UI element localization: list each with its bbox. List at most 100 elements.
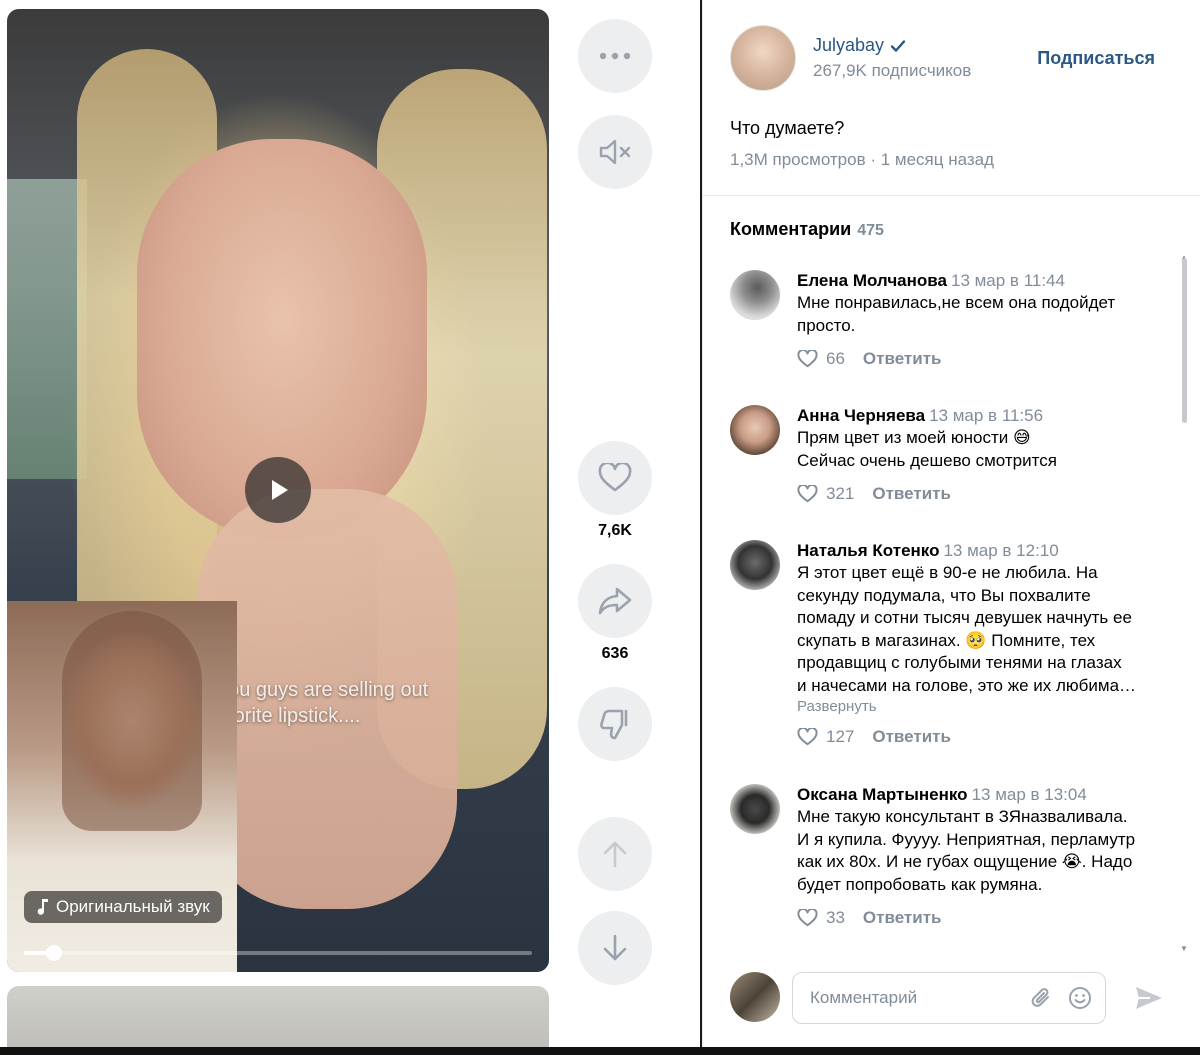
previous-video-button[interactable]: [578, 817, 652, 891]
heart-icon: [598, 463, 632, 492]
commenter-avatar[interactable]: [730, 270, 780, 320]
heart-icon: [797, 728, 818, 746]
comment-header: Анна Черняева 13 мар в 11:56: [797, 405, 1172, 427]
comment-line: будет попробовать как румяна.: [797, 874, 1043, 894]
video-area: I you guys are selling out favorite lips…: [0, 0, 700, 1055]
comment-like-button[interactable]: 66: [797, 349, 845, 369]
comment-like-count: 127: [826, 727, 855, 746]
video-player[interactable]: I you guys are selling out favorite lips…: [7, 9, 549, 972]
comment-like-count: 33: [826, 908, 845, 927]
author-avatar[interactable]: [730, 25, 796, 91]
commenter-name[interactable]: Оксана Мартыненко: [797, 785, 968, 804]
author-info: Julyabay 267,9K подписчиков: [813, 35, 971, 81]
commenter-name[interactable]: Анна Черняева: [797, 406, 925, 425]
comment-line: продавщиц с голубыми тенями на глазах: [797, 653, 1122, 672]
comment-actions: 127 Ответить: [797, 727, 1172, 747]
comment-line: И я купила. Фуууу. Неприятная, перламутр: [797, 829, 1136, 849]
dislike-button[interactable]: [578, 687, 652, 761]
play-button[interactable]: [245, 457, 311, 523]
comment-header: Оксана Мартыненко 13 мар в 13:04: [797, 784, 1172, 806]
comment-line: как их 80х. И не губах ощущение 😭. Надо: [797, 852, 1133, 871]
comment-header: Наталья Котенко 13 мар в 12:10: [797, 540, 1172, 562]
reply-button[interactable]: Ответить: [872, 484, 951, 504]
comment-actions: 66 Ответить: [797, 349, 1172, 369]
comment-body: Анна Черняева 13 мар в 11:56 Прям цвет из…: [797, 405, 1172, 504]
author-block: Julyabay 267,9K подписчиков: [730, 25, 971, 91]
comment-line: и начесами на голове, это же их любима…: [797, 675, 1137, 695]
comment-body: Оксана Мартыненко 13 мар в 13:04 Мне таку…: [797, 784, 1172, 928]
comment-line: Мне такую консультант в ЗЯназваливала.: [797, 807, 1128, 826]
author-name[interactable]: Julyabay: [813, 35, 884, 56]
subscribers-count: 267,9K подписчиков: [813, 61, 972, 80]
video-overlay-line: I you guys are selling out: [207, 679, 429, 701]
comment-date[interactable]: 13 мар в 13:04: [972, 785, 1087, 804]
heart-icon: [797, 485, 818, 503]
comment-like-button[interactable]: 127: [797, 727, 854, 747]
comment-date[interactable]: 13 мар в 11:44: [951, 271, 1065, 290]
comment-like-count: 321: [826, 484, 855, 503]
comment-input[interactable]: [792, 972, 1106, 1024]
likes-count: 7,6K: [598, 522, 632, 539]
comment-line: помаду и сотни тысяч девушек начнуть ее: [797, 608, 1132, 627]
post-meta: 1,3M просмотров · 1 месяц назад: [730, 150, 995, 169]
comment-line: секунду подумала, что Вы похвалите: [797, 585, 1091, 605]
bottom-edge: [0, 1047, 1200, 1055]
comment-like-button[interactable]: 321: [797, 484, 854, 504]
expand-comment-link[interactable]: Развернуть: [797, 698, 1172, 715]
comments-title: Комментарии: [730, 219, 852, 239]
comment-line: скупать в магазинах. 🥺 Помните, тех: [797, 630, 1096, 650]
original-sound-badge[interactable]: Оригинальный звук: [24, 891, 222, 923]
mute-button[interactable]: [578, 115, 652, 189]
right-panel: Julyabay 267,9K подписчиков Подписаться …: [702, 0, 1200, 1055]
comment-date[interactable]: 13 мар в 11:56: [929, 406, 1043, 425]
comment-text: Мне такую консультант в ЗЯназваливала. И…: [797, 806, 1172, 896]
commenter-name[interactable]: Наталья Котенко: [797, 541, 939, 560]
post-caption: Что думаете?: [730, 118, 845, 138]
more-button[interactable]: [578, 19, 652, 93]
video-progress-bar[interactable]: [24, 945, 532, 961]
comments-scrollbar[interactable]: [1182, 258, 1187, 423]
commenter-avatar[interactable]: [730, 540, 780, 590]
comment-like-count: 66: [826, 349, 845, 368]
music-note-icon: [37, 899, 48, 915]
commenter-avatar[interactable]: [730, 784, 780, 834]
volume-muted-icon: [599, 139, 631, 165]
divider: [703, 195, 1200, 196]
comment-line: Сейчас очень дешево смотрится: [797, 450, 1057, 470]
comment-date[interactable]: 13 мар в 12:10: [943, 541, 1058, 560]
next-video-button[interactable]: [578, 911, 652, 985]
comment-text: Я этот цвет ещё в 90-е не любила. На сек…: [797, 562, 1172, 697]
video-overlay-line: favorite lipstick....: [207, 705, 361, 727]
play-icon: [272, 480, 288, 500]
comments-heading: Комментарии 475: [730, 219, 884, 240]
share-button[interactable]: [578, 564, 652, 638]
reply-button[interactable]: Ответить: [863, 908, 942, 928]
send-button[interactable]: [1134, 984, 1164, 1017]
thumbs-down-icon: [600, 709, 628, 740]
pip-frame-hair: [62, 611, 202, 831]
next-video-thumbnail[interactable]: [7, 986, 549, 1055]
comment-like-button[interactable]: 33: [797, 908, 845, 928]
commenter-avatar[interactable]: [730, 405, 780, 455]
author-name-row: Julyabay: [813, 35, 971, 56]
arrow-down-icon: [603, 934, 627, 961]
subscribe-button[interactable]: Подписаться: [1037, 48, 1155, 69]
comment-actions: 33 Ответить: [797, 908, 1172, 928]
scroll-down-arrow-icon[interactable]: ▼: [1180, 944, 1188, 953]
verified-check-icon: [890, 39, 906, 52]
comment-line: Мне понравилась,не всем она подойдет: [797, 293, 1116, 312]
reply-button[interactable]: Ответить: [863, 349, 942, 369]
like-button[interactable]: [578, 441, 652, 515]
attach-button[interactable]: [1030, 986, 1052, 1015]
comment-line: просто.: [797, 315, 856, 335]
paperclip-icon: [1031, 988, 1049, 1007]
reply-button[interactable]: Ответить: [872, 727, 951, 747]
my-avatar[interactable]: [730, 972, 780, 1022]
comments-count: 475: [857, 222, 884, 239]
comment-composer: [730, 972, 1190, 1024]
comment-text: Мне понравилась,не всем она подойдет про…: [797, 292, 1172, 337]
sound-label: Оригинальный звук: [56, 897, 210, 916]
commenter-name[interactable]: Елена Молчанова: [797, 271, 947, 290]
emoji-button[interactable]: [1068, 986, 1092, 1015]
smile-icon: [1069, 987, 1091, 1009]
